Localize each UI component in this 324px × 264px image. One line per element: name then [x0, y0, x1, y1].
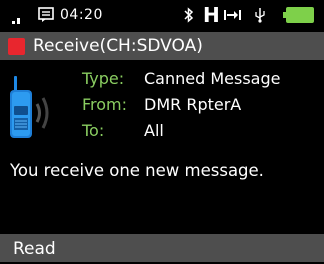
receive-indicator-icon	[8, 38, 25, 55]
arrow-icon	[224, 0, 242, 30]
type-label: Type:	[82, 69, 125, 88]
to-label: To:	[82, 121, 105, 140]
bottom-bar: Read	[0, 234, 324, 262]
battery-icon	[283, 0, 314, 30]
from-label: From:	[82, 95, 128, 114]
read-button[interactable]: Read	[13, 234, 56, 264]
message-icon	[38, 0, 54, 30]
signal-icon	[12, 0, 22, 30]
from-row: From: DMR RpterA	[82, 94, 241, 116]
type-value: Canned Message	[144, 69, 281, 88]
to-row: To: All	[82, 120, 164, 142]
type-row: Type: Canned Message	[82, 68, 280, 90]
status-time: 04:20	[60, 7, 103, 23]
usb-icon	[254, 0, 266, 30]
h-icon: H	[203, 3, 220, 27]
status-bar: 04:20 H	[0, 0, 324, 30]
radio-icon	[10, 76, 66, 146]
page-title: Receive(CH:SDVOA)	[33, 36, 203, 56]
from-value: DMR RpterA	[144, 95, 242, 114]
message-text: You receive one new message.	[10, 161, 264, 180]
bluetooth-icon	[184, 0, 194, 30]
title-bar: Receive(CH:SDVOA)	[0, 32, 324, 60]
to-value: All	[144, 121, 164, 140]
